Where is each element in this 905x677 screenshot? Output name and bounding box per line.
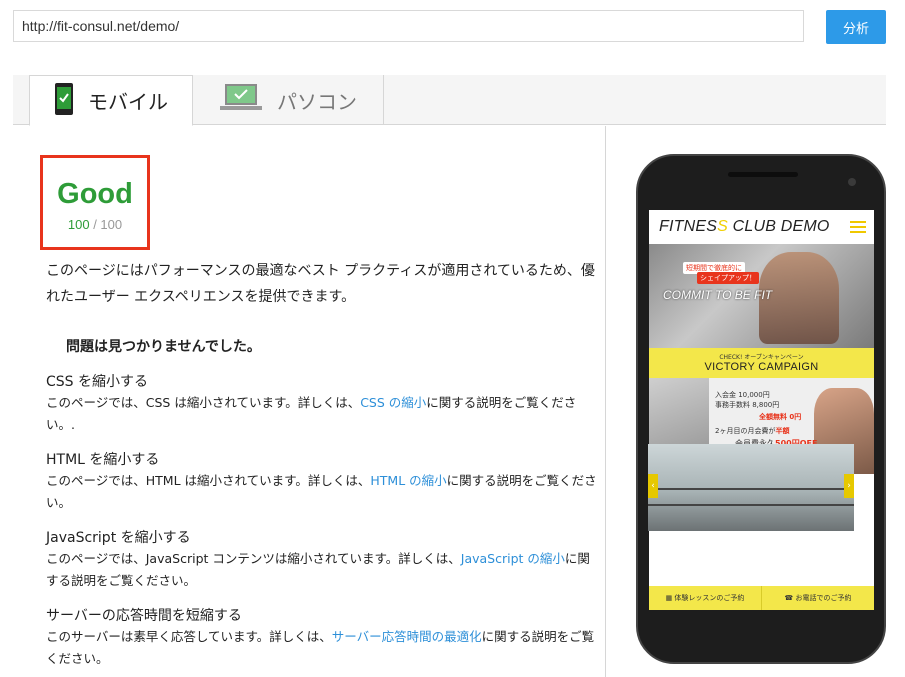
slider-prev-icon[interactable]: ‹ (648, 474, 658, 498)
tab-mobile[interactable]: モバイル (29, 75, 193, 126)
rule-css: CSS を縮小する このページでは、CSS は縮小されています。詳しくは、CSS… (46, 372, 598, 436)
rule-description: このページでは、HTML は縮小されています。詳しくは、HTML の縮小に関する… (46, 473, 597, 510)
phone-camera (848, 178, 856, 186)
rule-title: JavaScript を縮小する (46, 530, 191, 546)
score-numbers: 100 / 100 (43, 217, 147, 232)
score-max: / 100 (89, 217, 123, 232)
rule-javascript: JavaScript を縮小する このページでは、JavaScript コンテン… (46, 528, 598, 592)
hero-headline: COMMIT TO BE FIT (663, 288, 773, 302)
rule-link[interactable]: HTML の縮小 (370, 473, 446, 488)
tab-desktop-label: パソコン (277, 89, 357, 114)
rule-description: このページでは、JavaScript コンテンツは縮小されています。詳しくは、J… (46, 551, 590, 588)
tab-desktop[interactable]: パソコン (193, 75, 384, 125)
promo-line: 事務手数料 8,800円 (715, 401, 780, 409)
score-box: Good 100 / 100 (40, 155, 150, 250)
promo-free: 全額無料 0円 (759, 413, 802, 421)
phone-preview: FITNESS CLUB DEMO 短期間で徹底的に シェイプアップ！ COMM… (636, 154, 886, 664)
rule-html: HTML を縮小する このページでは、HTML は縮小されています。詳しくは、H… (46, 450, 598, 514)
rule-description: このページでは、CSS は縮小されています。詳しくは、CSS の縮小に関する説明… (46, 395, 577, 432)
analyze-button[interactable]: 分析 (826, 10, 886, 44)
score-value: 100 (67, 217, 90, 232)
promo-half: 2ヶ月目の月会費が半額 (715, 427, 790, 435)
site-header: FITNESS CLUB DEMO (649, 210, 874, 244)
rule-link[interactable]: JavaScript の縮小 (461, 551, 565, 566)
campaign-title: VICTORY CAMPAIGN (704, 361, 819, 373)
rule-link[interactable]: CSS の縮小 (360, 395, 426, 410)
phone-speaker (728, 172, 798, 177)
campaign-subtitle: CHECK! オープンキャンペーン (719, 354, 804, 361)
panel-divider (605, 126, 606, 677)
smartphone-check-icon (54, 82, 74, 120)
hamburger-menu-icon (850, 221, 866, 233)
promo-line: 入会金 10,000円 (715, 391, 770, 399)
laptop-check-icon (219, 83, 263, 117)
hero-tag: シェイプアップ！ (697, 272, 759, 284)
rule-title: サーバーの応答時間を短縮する (46, 608, 242, 624)
tab-mobile-label: モバイル (88, 90, 168, 114)
rule-server-response: サーバーの応答時間を短縮する このサーバーは素早く応答しています。詳しくは、サー… (46, 606, 598, 670)
results-panel: Good 100 / 100 このページにはパフォーマンスの最適なベスト プラク… (13, 126, 605, 677)
rule-description: このサーバーは素早く応答しています。詳しくは、サーバー応答時間の最適化に関する説… (46, 629, 595, 666)
phone-screen: FITNESS CLUB DEMO 短期間で徹底的に シェイプアップ！ COMM… (649, 210, 874, 610)
site-title: FITNESS CLUB DEMO (659, 218, 830, 235)
url-input[interactable] (13, 10, 804, 42)
campaign-banner: CHECK! オープンキャンペーン VICTORY CAMPAIGN (649, 348, 874, 378)
rule-link[interactable]: サーバー応答時間の最適化 (332, 629, 482, 644)
slider-next-icon[interactable]: › (844, 474, 854, 498)
summary-text: このページにはパフォーマンスの最適なベスト プラクティスが適用されているため、優… (46, 263, 595, 305)
hero-banner: 短期間で徹底的に シェイプアップ！ COMMIT TO BE FIT (649, 244, 874, 348)
score-rating: Good (57, 178, 133, 210)
device-tab-bar: モバイル パソコン (13, 75, 886, 126)
rule-title: CSS を縮小する (46, 374, 148, 390)
gym-image: ‹ › (648, 444, 854, 531)
no-issues-heading: 問題は見つかりませんでした。 (66, 339, 261, 355)
rule-title: HTML を縮小する (46, 452, 160, 468)
